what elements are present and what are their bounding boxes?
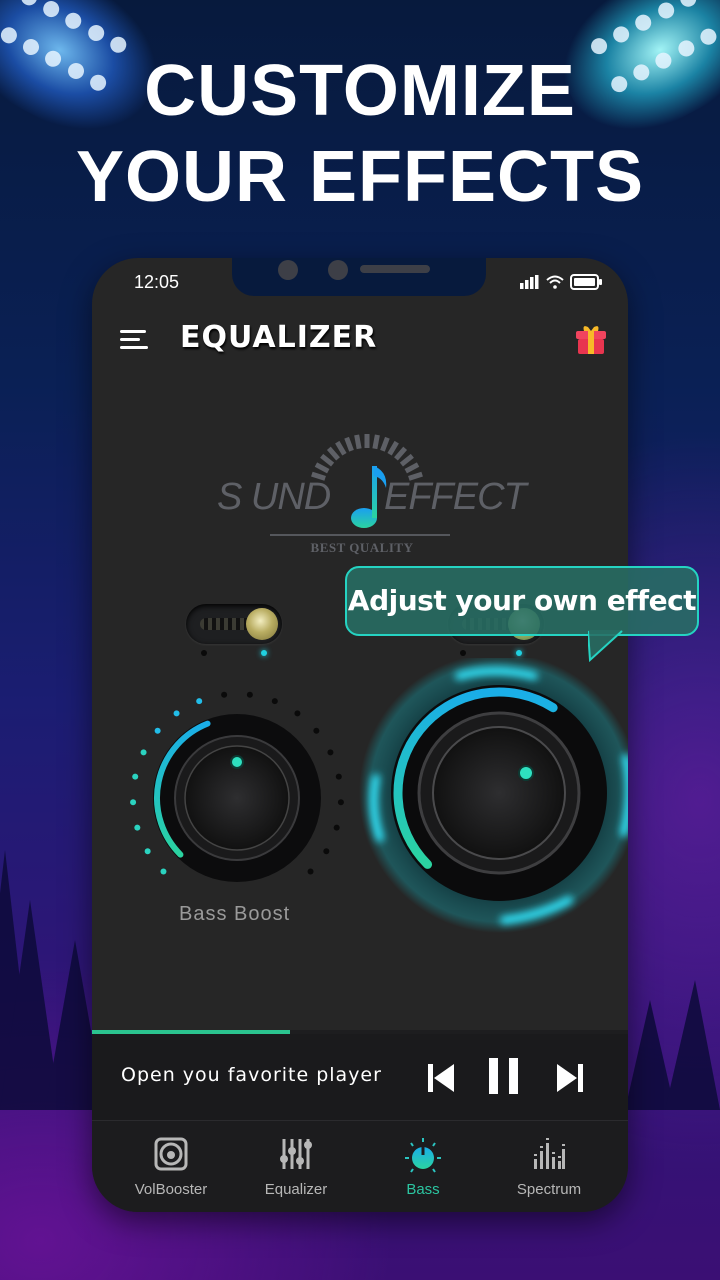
tooltip-callout: Adjust your own effect [345,566,699,636]
menu-icon[interactable] [120,330,148,350]
nav-item-volbooster[interactable]: VolBooster [106,1121,236,1212]
level-dot [337,799,344,806]
headline-line-1: CUSTOMIZE [144,51,576,131]
app-bar: EQUALIZER [92,316,628,362]
status-time: 12:05 [134,272,180,292]
mini-player: Open you favorite player [92,1034,628,1120]
logo-subtitle: BEST QUALITY [310,540,414,555]
gauge-tick [320,453,335,467]
gauge-tick [335,440,347,456]
nav-item-spectrum[interactable]: Spectrum [484,1121,614,1212]
logo-word-sound: S UND [217,476,331,518]
level-dot [140,749,147,756]
gauge-tick [372,434,380,450]
gauge-tick [394,446,408,461]
knob-indicator [518,765,534,781]
gauge-tick [404,462,420,474]
signal-icon [520,275,539,289]
gift-icon[interactable] [574,322,608,356]
status-icons [520,274,602,290]
sensor-icon [328,260,348,280]
bottom-navigation: VolBooster Equalizer Bass Spectrum [92,1120,628,1212]
phone-screen: 12:05 EQUALIZER S UND EFFECT BEST QUALIT… [92,258,628,1212]
player-text[interactable]: Open you favorite player [121,1064,382,1086]
nav-label: Spectrum [516,1181,582,1198]
level-dot [144,848,151,855]
level-dot [130,799,137,806]
switch-on-indicator [516,650,522,656]
switch-thumb[interactable] [246,608,278,640]
battery-icon [570,274,602,290]
level-dot [335,773,342,780]
previous-button[interactable] [428,1064,454,1092]
switch-off-indicator [201,650,207,656]
level-dot [271,698,278,705]
nav-label: Equalizer [264,1181,328,1198]
level-dot [134,824,141,831]
gauge-tick [326,446,340,461]
phone-notch [232,258,486,296]
virtualizer-knob[interactable] [354,658,628,948]
knob-indicator [230,755,244,769]
logo-word-effect: EFFECT [384,476,527,518]
nav-label: VolBooster [134,1181,208,1198]
nav-item-equalizer[interactable]: Equalizer [231,1121,361,1212]
tooltip-tail [588,630,624,663]
level-dot [327,749,334,756]
bass-boost-knob[interactable] [122,678,352,908]
gauge-tick [314,462,330,474]
bass-knob-icon [405,1138,441,1173]
sliders-icon [280,1139,312,1169]
camera-icon [278,260,298,280]
level-dot [294,710,301,717]
level-dot [307,868,314,875]
nav-label: Bass [406,1181,440,1198]
level-dot [221,691,228,698]
level-dot [246,691,253,698]
headline-line-2: YOUR EFFECTS [75,137,645,217]
switch-on-indicator [261,650,267,656]
level-dot [160,868,167,875]
logo-divider [270,534,450,536]
nav-item-bass[interactable]: Bass [358,1121,488,1212]
level-dot [323,848,330,855]
level-dot [154,727,161,734]
gauge-tick [399,453,414,467]
gauge-tick [380,436,390,452]
switch-off-indicator [460,650,466,656]
gauge-tick [387,440,399,456]
level-dot [132,773,139,780]
spectrum-icon [534,1138,565,1169]
speaker-icon [154,1137,188,1171]
speaker-grille [360,265,430,273]
app-title: EQUALIZER [180,320,378,355]
level-dot [196,698,203,705]
wifi-icon [546,275,564,289]
promo-headline: CUSTOMIZE YOUR EFFECTS [0,48,720,220]
pause-button[interactable] [489,1058,519,1094]
bass-boost-label: Bass Boost [179,903,291,925]
level-dot [313,727,320,734]
sound-effect-logo: S UND EFFECT BEST QUALITY [212,428,527,563]
level-dot [333,824,340,831]
gauge-tick [354,434,362,450]
gauge-tick [344,436,354,452]
level-dot [173,710,180,717]
bass-boost-switch[interactable] [186,604,282,644]
next-button[interactable] [557,1064,583,1092]
